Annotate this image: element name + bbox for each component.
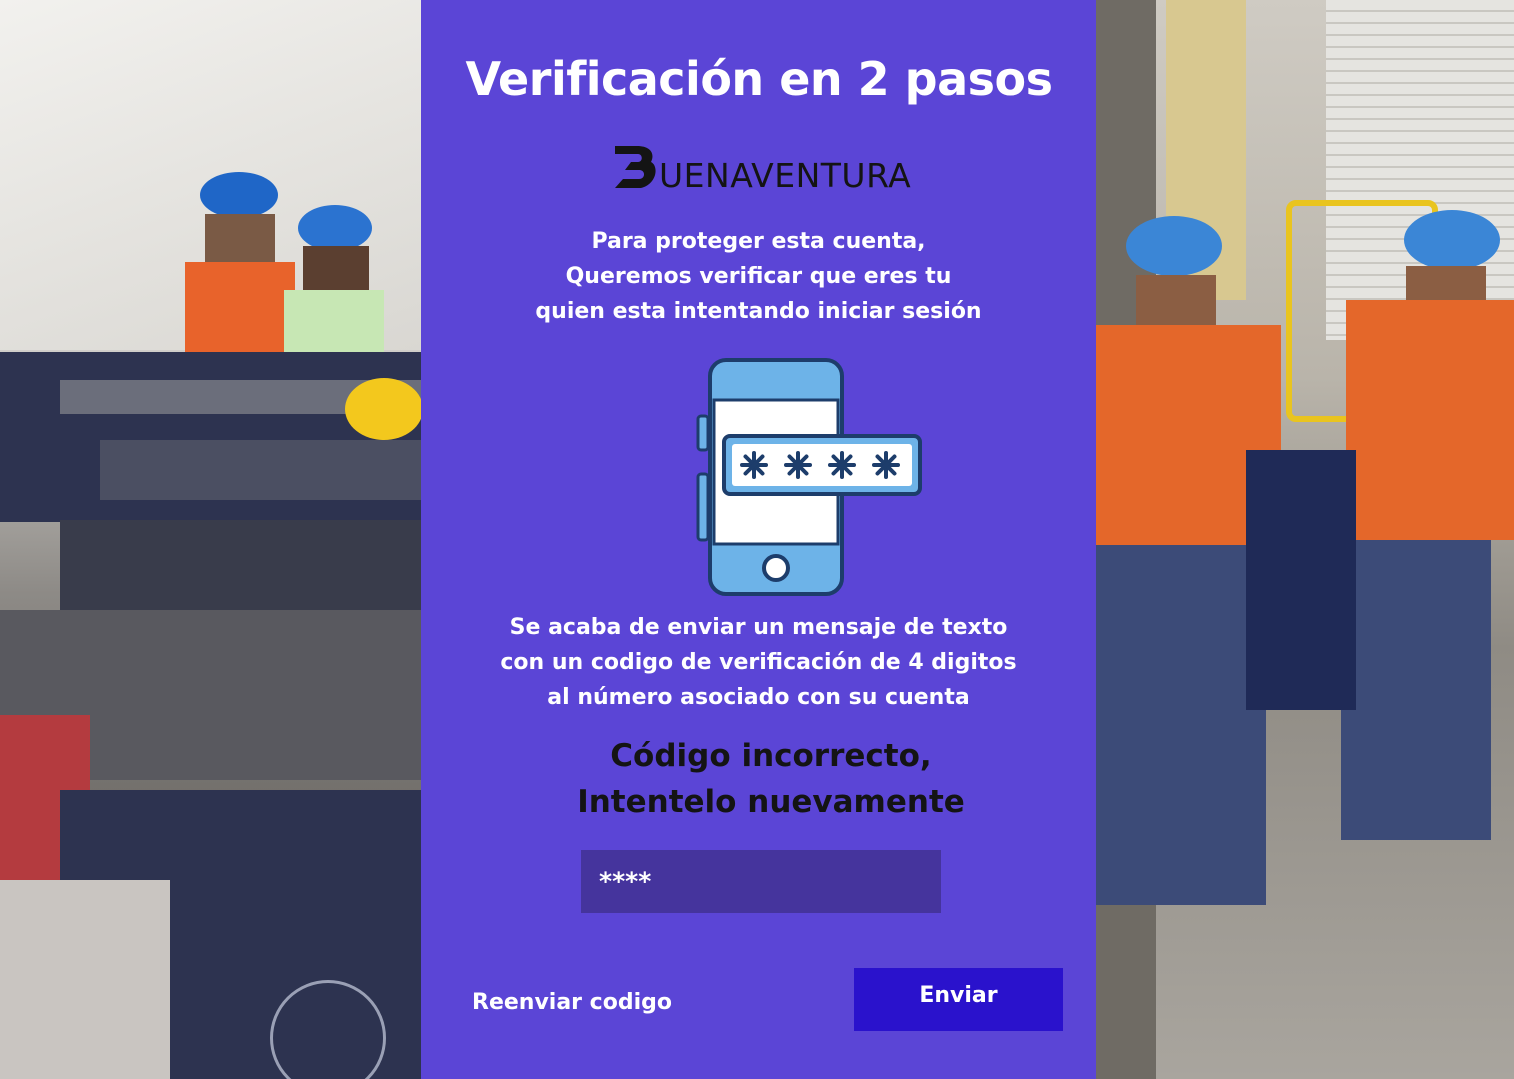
verification-panel: Verificación en 2 pasos UENAVENTURA Para…: [421, 0, 1096, 1079]
message-line: con un codigo de verificación de 4 digit…: [500, 650, 1017, 675]
message-line: Se acaba de enviar un mensaje de texto: [509, 615, 1008, 640]
phone-password-icon: [696, 358, 922, 596]
intro-line: quien esta intentando iniciar sesión: [535, 299, 982, 324]
page-title: Verificación en 2 pasos: [465, 52, 1053, 106]
error-message: Código incorrecto, Intentelo nuevamente: [421, 733, 1121, 825]
verification-code-input[interactable]: [581, 850, 941, 913]
background-photo-left: [0, 0, 421, 1079]
intro-text: Para proteger esta cuenta, Queremos veri…: [421, 224, 1096, 329]
error-line: Intentelo nuevamente: [577, 784, 965, 820]
background-photo-right: [1096, 0, 1514, 1079]
resend-code-link[interactable]: Reenviar codigo: [472, 990, 672, 1015]
logo-wordmark: UENAVENTURA: [659, 156, 911, 192]
sms-sent-message: Se acaba de enviar un mensaje de texto c…: [416, 610, 1101, 715]
intro-line: Para proteger esta cuenta,: [591, 229, 926, 254]
buenaventura-logo: UENAVENTURA: [615, 146, 911, 192]
error-line: Código incorrecto,: [610, 738, 932, 774]
message-line: al número asociado con su cuenta: [547, 685, 970, 710]
send-button[interactable]: Enviar: [854, 968, 1063, 1031]
intro-line: Queremos verificar que eres tu: [565, 264, 952, 289]
